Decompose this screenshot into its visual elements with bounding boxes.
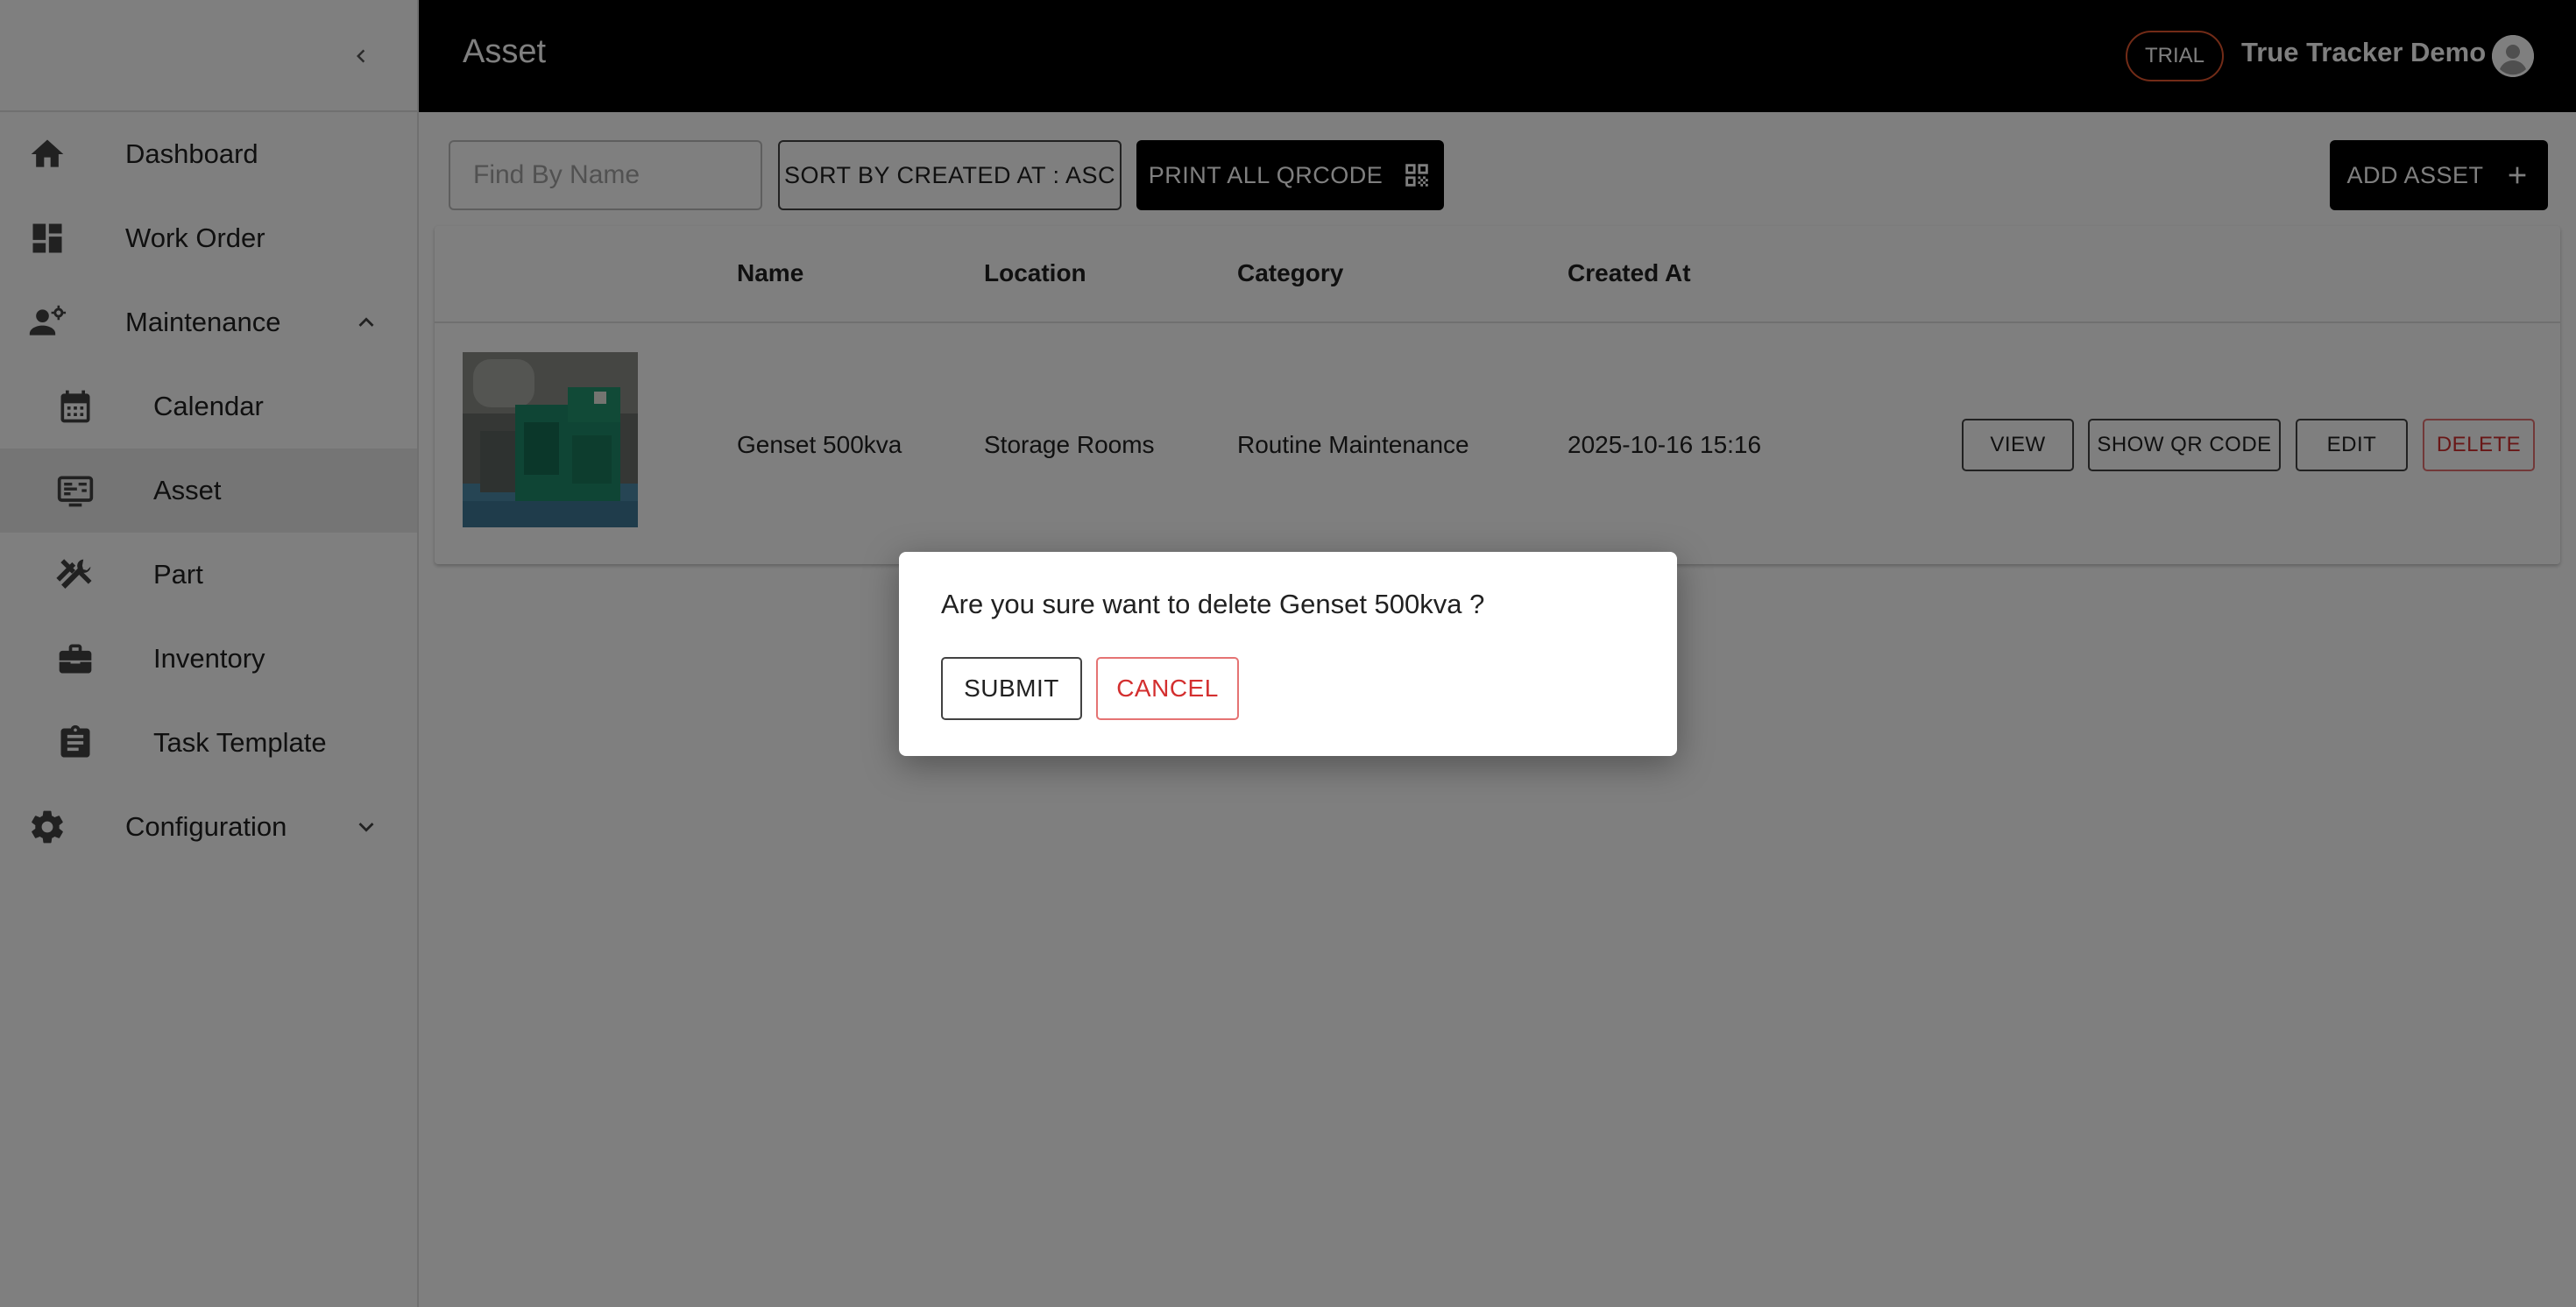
dialog-message: Are you sure want to delete Genset 500kv…	[941, 589, 1485, 619]
submit-button[interactable]: SUBMIT	[941, 657, 1082, 720]
cancel-button[interactable]: CANCEL	[1096, 657, 1239, 720]
delete-confirm-dialog: Are you sure want to delete Genset 500kv…	[899, 552, 1677, 756]
